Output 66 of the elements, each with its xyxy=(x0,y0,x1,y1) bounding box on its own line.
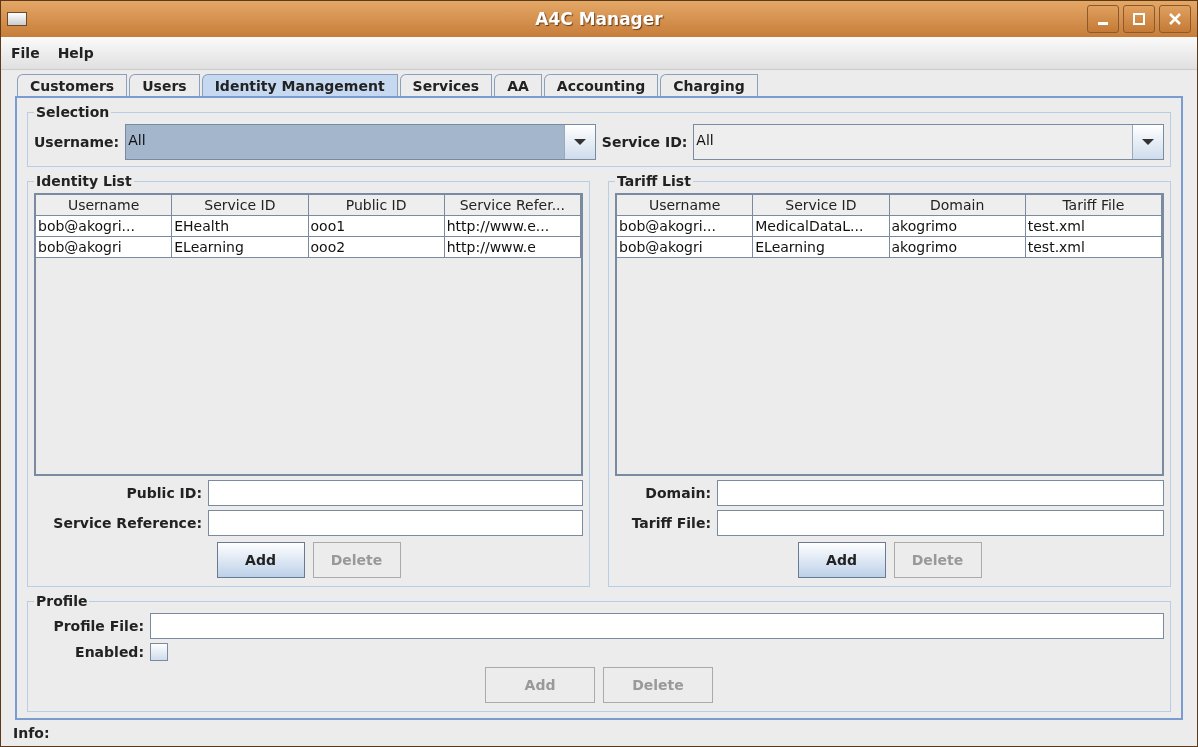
group-title: Profile xyxy=(35,593,89,609)
minimize-button[interactable] xyxy=(1087,5,1119,33)
window-icon xyxy=(7,12,27,26)
menu-item[interactable]: Help xyxy=(57,45,94,61)
field-label: Tariff File: xyxy=(630,515,711,531)
tab[interactable]: Identity Management xyxy=(201,74,398,96)
column-header[interactable]: Username xyxy=(36,195,173,216)
table-cell: test.xml xyxy=(1025,237,1162,258)
tab[interactable]: Users xyxy=(129,74,200,96)
dropdown-arrow-icon xyxy=(1142,139,1154,145)
input-field[interactable] xyxy=(150,613,1164,639)
tab[interactable]: Accounting xyxy=(543,74,659,96)
close-icon xyxy=(1168,12,1182,26)
column-header[interactable]: Tariff File xyxy=(1025,195,1162,216)
group-title: Selection xyxy=(35,104,111,120)
input-field[interactable] xyxy=(717,510,1164,536)
menu-item[interactable]: File xyxy=(11,45,40,61)
dropdown[interactable]: All xyxy=(125,124,596,160)
dropdown-arrow-icon xyxy=(573,139,586,145)
field-label: Domain: xyxy=(644,485,711,501)
tab[interactable]: AA xyxy=(494,74,542,96)
dropdown[interactable]: All xyxy=(693,124,1164,160)
field-label: Service ID: xyxy=(601,134,688,150)
checkbox[interactable] xyxy=(150,643,168,661)
column-header[interactable]: Domain xyxy=(889,195,1026,216)
input-field[interactable] xyxy=(208,480,583,506)
tab[interactable]: Services xyxy=(399,74,493,96)
maximize-icon xyxy=(1132,12,1146,26)
table-cell: http://www.e... xyxy=(444,216,581,237)
status-text: Info: xyxy=(13,725,50,741)
table-cell: EHealth xyxy=(172,216,309,237)
column-header[interactable]: Public ID xyxy=(308,195,445,216)
tab[interactable]: Charging xyxy=(660,74,758,96)
add-button[interactable]: Add xyxy=(797,542,886,578)
column-header[interactable]: Service ID xyxy=(172,195,309,216)
table-cell: ooo2 xyxy=(308,237,445,258)
column-header[interactable]: Service Refer... xyxy=(444,195,581,216)
field-label: Profile File: xyxy=(52,618,144,634)
table-cell: bob@akogri xyxy=(617,237,754,258)
table-cell: bob@akogri... xyxy=(36,216,173,237)
minimize-icon xyxy=(1098,21,1108,25)
table-cell: akogrimo xyxy=(889,216,1026,237)
tab[interactable]: Customers xyxy=(17,74,128,96)
table-cell: ELearning xyxy=(753,237,890,258)
table-cell: bob@akogri... xyxy=(617,216,754,237)
field-label: Public ID: xyxy=(125,485,202,501)
input-field[interactable] xyxy=(208,510,583,536)
table-cell: ooo1 xyxy=(308,216,445,237)
table-cell: http://www.e xyxy=(444,237,581,258)
table-cell: ELearning xyxy=(172,237,309,258)
group-title: Tariff List xyxy=(616,173,692,189)
table-cell: bob@akogri xyxy=(36,237,173,258)
window-title: A4C Manager xyxy=(535,9,663,29)
table-cell: akogrimo xyxy=(889,237,1026,258)
field-label: Service Reference: xyxy=(52,515,202,531)
field-label: Enabled: xyxy=(74,644,144,660)
column-header[interactable]: Service ID xyxy=(753,195,890,216)
input-field[interactable] xyxy=(717,480,1164,506)
group-title: Identity List xyxy=(35,173,133,189)
add-button[interactable]: Add xyxy=(216,542,305,578)
column-header[interactable]: Username xyxy=(617,195,754,216)
table-cell: MedicalDataL... xyxy=(753,216,890,237)
table-cell: test.xml xyxy=(1025,216,1162,237)
maximize-button[interactable] xyxy=(1123,5,1155,33)
close-button[interactable] xyxy=(1159,5,1191,33)
field-label: Username: xyxy=(34,134,120,150)
